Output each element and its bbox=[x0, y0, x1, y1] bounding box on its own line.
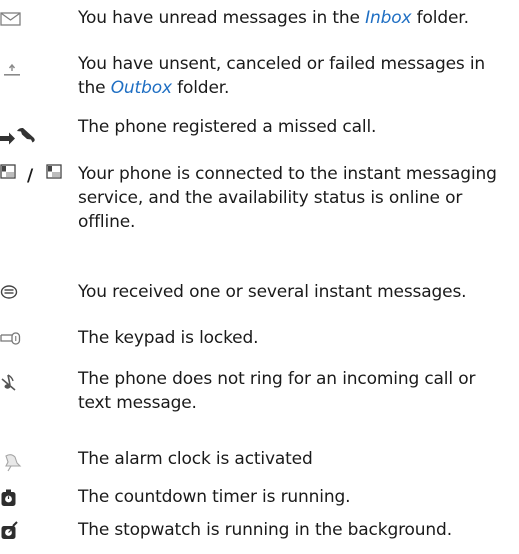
envelope-icon bbox=[0, 12, 21, 26]
missed-call-icon-cell bbox=[0, 115, 78, 151]
inbox-indicator-text: You have unread messages in the Inbox fo… bbox=[78, 8, 469, 28]
instant-message-indicator-text: You received one or several instant mess… bbox=[78, 282, 467, 302]
outbox-icon-cell bbox=[0, 52, 78, 88]
indicator-list: You have unread messages in the Inbox fo… bbox=[0, 0, 519, 548]
countdown-timer-indicator-text: The countdown timer is running. bbox=[78, 487, 351, 507]
key-lock-icon-cell bbox=[0, 326, 78, 362]
key-lock-icon bbox=[0, 332, 21, 345]
inbox-folder-name: Inbox bbox=[365, 8, 412, 28]
im-status-indicator-text: Your phone is connected to the instant m… bbox=[78, 164, 497, 232]
stopwatch-icon-cell bbox=[0, 518, 78, 554]
alarm-clock-indicator-text: The alarm clock is activated bbox=[78, 449, 313, 469]
countdown-timer-icon bbox=[1, 489, 16, 506]
missed-call-icon bbox=[0, 127, 35, 145]
silent-ringer-icon bbox=[1, 374, 16, 391]
stopwatch-icon bbox=[1, 521, 18, 539]
status-separator: / bbox=[27, 166, 34, 186]
envelope-icon-cell bbox=[0, 6, 78, 42]
instant-messaging-status-icon bbox=[0, 164, 62, 179]
countdown-timer-icon-cell bbox=[0, 485, 78, 521]
keypad-locked-indicator-text: The keypad is locked. bbox=[78, 328, 259, 348]
alarm-clock-icon bbox=[5, 454, 22, 472]
instant-message-icon-cell bbox=[0, 280, 78, 316]
outbox-upload-icon bbox=[4, 63, 20, 76]
alarm-clock-icon-cell bbox=[0, 447, 78, 483]
silent-ringer-indicator-text: The phone does not ring for an incoming … bbox=[78, 369, 476, 413]
stopwatch-indicator-text: The stopwatch is running in the backgrou… bbox=[78, 520, 452, 540]
silent-ringer-icon-cell bbox=[0, 367, 78, 403]
missed-call-indicator-text: The phone registered a missed call. bbox=[78, 117, 377, 137]
im-status-icon-cell: / bbox=[0, 162, 78, 198]
instant-message-icon bbox=[0, 285, 18, 299]
outbox-indicator-text: You have unsent, canceled or failed mess… bbox=[78, 54, 486, 98]
outbox-folder-name: Outbox bbox=[110, 78, 172, 98]
